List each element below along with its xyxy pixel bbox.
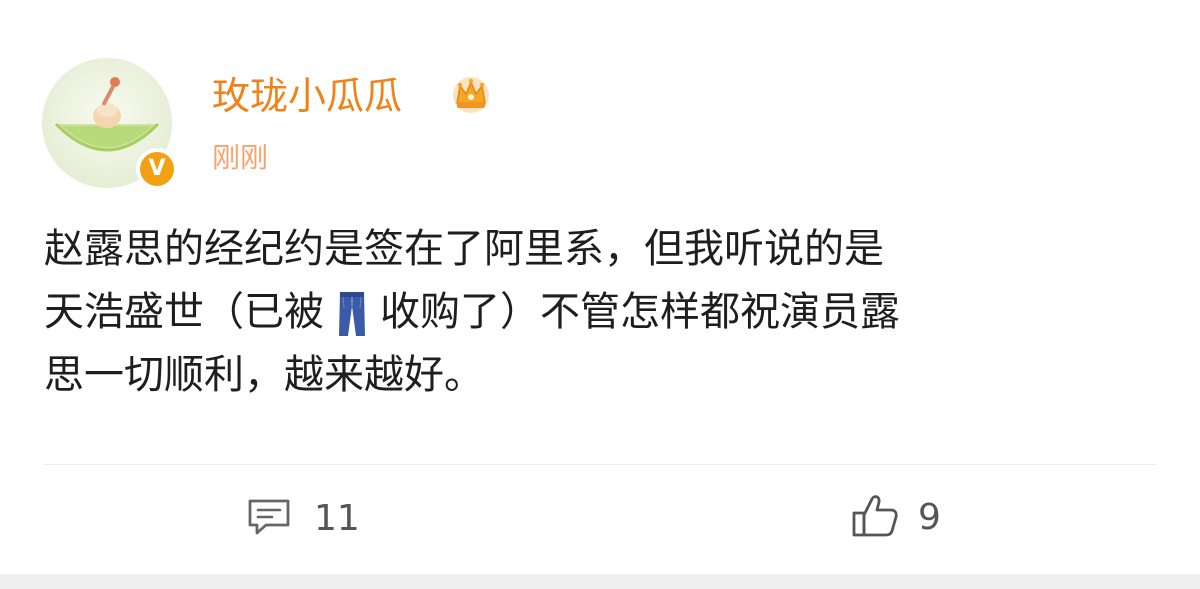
content-line: 思一切顺利，越来越好。 [44,352,484,398]
content-text: 天浩盛世（已被 [44,289,324,335]
comment-count: 11 [314,498,360,539]
crown-icon [448,73,494,115]
jeans-emoji-icon [332,290,372,338]
comment-button[interactable]: 11 [246,494,360,544]
thumbs-up-icon [850,493,900,543]
post-content: 赵露思的经纪约是签在了阿里系，但我听说的是 天浩盛世（已被 收购了）不管怎样都祝… [44,218,1164,407]
content-line: 赵露思的经纪约是签在了阿里系，但我听说的是 [44,226,884,272]
content-line-with-emoji: 天浩盛世（已被 收购了）不管怎样都祝演员露 [44,281,1164,344]
user-avatar[interactable]: V [42,58,178,190]
like-button[interactable]: 9 [850,492,941,544]
username[interactable]: 玫珑小瓜瓜 [212,70,402,122]
comment-icon [246,497,292,541]
content-text: 收购了）不管怎样都祝演员露 [380,289,900,335]
bottom-separator-band [0,574,1200,589]
action-divider [44,464,1156,465]
verified-badge: V [136,148,178,190]
post-timestamp: 刚刚 [212,141,269,174]
like-count: 9 [918,497,941,538]
weibo-post-card: V 玫珑小瓜瓜 刚刚 赵露思的经纪约是签在了阿里系，但我听说的是 天浩盛世（已被 [0,0,1200,574]
